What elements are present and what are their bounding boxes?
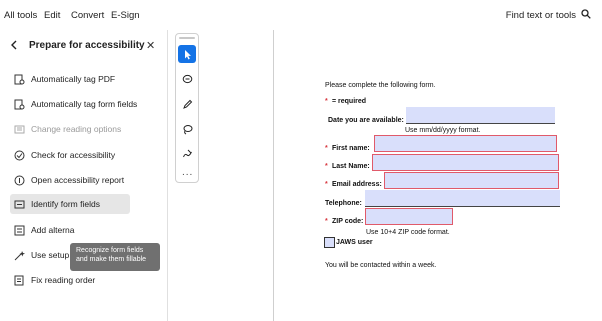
drag-handle[interactable] xyxy=(179,37,195,39)
tool-label: Add alterna xyxy=(31,225,75,235)
tool-identify-form-fields[interactable]: Identify form fields xyxy=(10,194,130,214)
lasso-icon xyxy=(183,124,192,134)
setup-assistant-icon xyxy=(14,250,25,260)
email-field[interactable] xyxy=(384,172,559,189)
date-label: Date you are available: xyxy=(328,117,404,124)
tool-add-alternate-text[interactable]: Add alterna xyxy=(10,220,160,240)
draw-tool-button[interactable] xyxy=(178,95,196,113)
required-note: = required xyxy=(332,98,367,105)
telephone-field[interactable] xyxy=(365,190,560,207)
more-tools-icon[interactable]: ... xyxy=(182,167,193,178)
tool-label: Open accessibility report xyxy=(31,175,125,185)
find-text-or-tools[interactable]: Find text or tools xyxy=(506,10,576,21)
telephone-label: Telephone: xyxy=(325,200,362,207)
jaws-label: JAWS user xyxy=(336,239,373,246)
report-icon xyxy=(14,175,25,185)
back-chevron-icon[interactable] xyxy=(10,40,18,50)
required-star: * xyxy=(325,145,328,152)
tool-label: Automatically tag PDF xyxy=(31,74,116,84)
tool-label: Check for accessibility xyxy=(31,150,116,160)
date-hint: Use mm/dd/yyyy format. xyxy=(405,127,481,134)
tool-label: Change reading options xyxy=(31,124,122,134)
tool-open-accessibility-report[interactable]: Open accessibility report xyxy=(10,170,160,190)
alt-text-icon xyxy=(14,225,25,235)
last-name-field[interactable] xyxy=(372,154,559,171)
form-intro: Please complete the following form. xyxy=(325,82,436,89)
first-name-label: First name: xyxy=(332,145,370,152)
required-star: * xyxy=(325,218,328,225)
accessibility-panel: Prepare for accessibility ✕ Automaticall… xyxy=(0,30,167,321)
tool-label: Identify form fields xyxy=(31,199,100,209)
telephone-underline xyxy=(365,206,560,207)
sign-icon xyxy=(182,149,192,157)
email-label: Email address: xyxy=(332,181,382,188)
tag-pdf-icon xyxy=(14,74,25,84)
zip-label: ZIP code: xyxy=(332,218,364,225)
required-star: * xyxy=(325,163,328,170)
comment-icon xyxy=(182,74,192,83)
panel-title: Prepare for accessibility xyxy=(29,40,145,51)
zip-hint: Use 10+4 ZIP code format. xyxy=(366,229,450,236)
sign-tool-button[interactable] xyxy=(178,144,196,162)
menu-edit[interactable]: Edit xyxy=(44,10,60,21)
tool-check-for-accessibility[interactable]: Check for accessibility xyxy=(10,145,160,165)
panel-divider xyxy=(167,30,168,321)
select-tool-button[interactable] xyxy=(178,45,196,63)
menu-convert[interactable]: Convert xyxy=(71,10,104,21)
jaws-checkbox[interactable] xyxy=(324,237,335,248)
tool-automatically-tag-form-fields[interactable]: Automatically tag form fields xyxy=(10,94,160,114)
reading-order-icon xyxy=(14,275,24,285)
search-icon[interactable] xyxy=(581,9,591,19)
select-cursor-icon xyxy=(184,49,191,59)
menu-e-sign[interactable]: E-Sign xyxy=(111,10,140,21)
tool-change-reading-options[interactable]: Change reading options xyxy=(10,119,160,139)
identify-fields-icon xyxy=(14,200,25,208)
menu-all-tools[interactable]: All tools xyxy=(4,10,37,21)
tool-automatically-tag-pdf[interactable]: Automatically tag PDF xyxy=(10,69,160,89)
quick-tools-strip: ... xyxy=(175,33,199,183)
tooltip: Recognize form fields and make them fill… xyxy=(70,243,160,271)
date-field[interactable] xyxy=(406,107,555,124)
tool-label: Automatically tag form fields xyxy=(31,99,138,109)
pen-icon xyxy=(182,99,192,109)
panel-header: Prepare for accessibility ✕ xyxy=(0,30,167,60)
tool-fix-reading-order[interactable]: Fix reading order xyxy=(10,270,160,290)
reading-options-icon xyxy=(14,125,25,133)
date-underline xyxy=(406,123,555,124)
top-menu-bar: All tools Edit Convert E-Sign Find text … xyxy=(0,0,602,30)
last-name-label: Last Name: xyxy=(332,163,370,170)
required-star: * xyxy=(325,98,328,105)
required-star: * xyxy=(325,181,328,188)
accessibility-check-icon xyxy=(14,150,25,160)
tool-label: Fix reading order xyxy=(31,275,96,285)
form-footer: You will be contacted within a week. xyxy=(325,262,437,269)
zip-field[interactable] xyxy=(365,208,453,225)
comment-tool-button[interactable] xyxy=(178,70,196,88)
lasso-tool-button[interactable] xyxy=(178,120,196,138)
first-name-field[interactable] xyxy=(374,135,557,152)
tag-form-icon xyxy=(14,99,25,109)
close-icon[interactable]: ✕ xyxy=(146,39,155,52)
